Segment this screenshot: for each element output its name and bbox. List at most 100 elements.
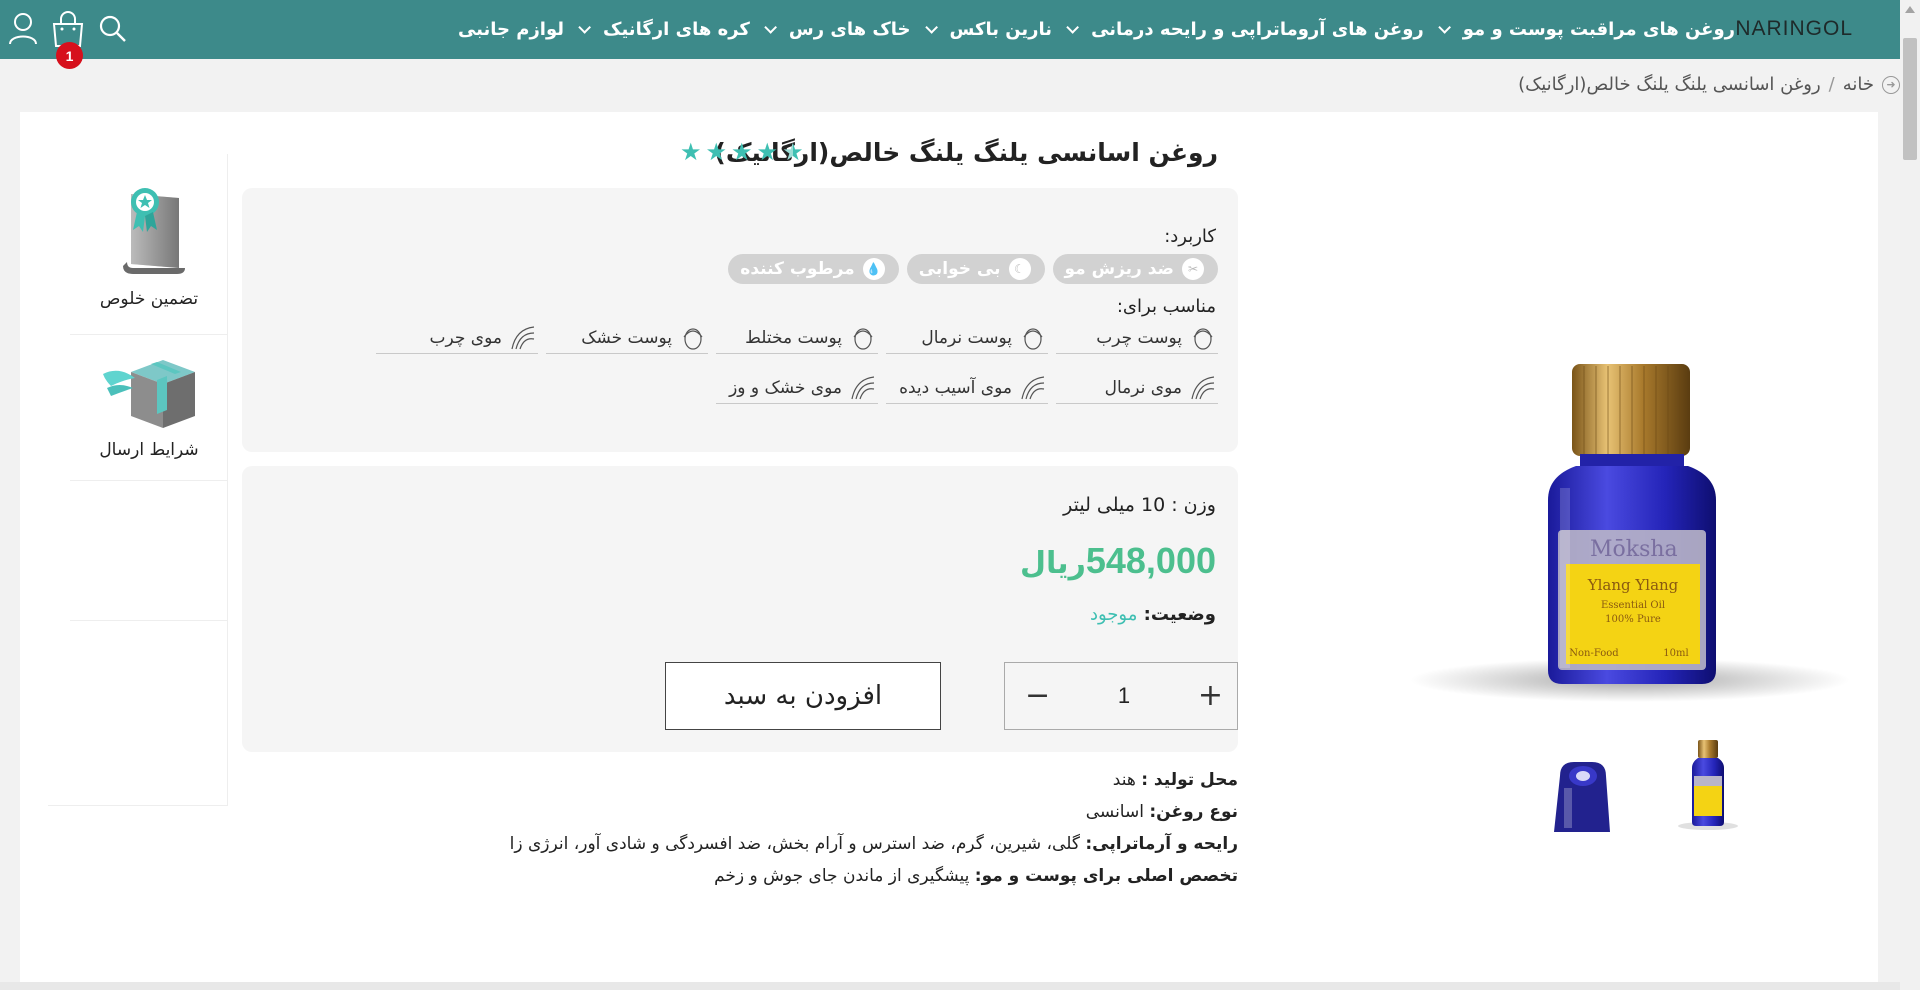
menu-organic-butters[interactable]: کره های ارگانیک [564,19,750,40]
drop-icon: 💧 [862,258,885,280]
product-attributes-panel: کاربرد: ✂ ضد ریزش مو ☾ بی خوابی 💧 مرطوب کنن… [242,188,1238,452]
bottle-name: Ylang Ylang [1587,576,1679,594]
spec-label: نوع روغن: [1149,802,1238,822]
suitable-item: موی آسیب دیده [886,372,1048,404]
thumbnail-dropper[interactable] [1530,732,1630,832]
product-image[interactable]: Mōksha Ylang Ylang Essential Oil 100% Pu… [1400,238,1860,718]
spec-label: رایحه و آرماتراپی: [1085,834,1238,854]
menu-skin-hair-oils[interactable]: روغن های مراقبت پوست و مو [1424,19,1735,40]
suitable-item-label: پوست خشک [581,327,672,348]
purity-guarantee[interactable]: تضمین خلوص [70,184,228,309]
face-icon [683,327,703,350]
divider [70,620,228,621]
menu-aromatherapy-oils[interactable]: روغن های آروماتراپی و رایحه درمانی [1052,19,1424,40]
rating-stars[interactable]: ★ ★ ★ ★ ★ [680,140,804,164]
star-icon: ★ [756,138,779,166]
suitable-item: پوست نرمال [886,322,1048,354]
purchase-panel: وزن : 10 میلی لیتر 548,000ریال وضعیت: مو… [242,466,1238,752]
spec-row: نوع روغن: اسانسی [510,796,1238,828]
spec-label: تخصص اصلی برای پوست و مو: [974,866,1238,886]
menu-clays[interactable]: خاک های رس [750,19,911,40]
hair-icon [1021,375,1045,399]
cart-button[interactable]: 1 [50,10,86,69]
user-icon[interactable] [8,12,38,46]
menu-label: کره های ارگانیک [603,19,750,40]
bottle-food: Non-Food [1569,648,1619,659]
shipping-box-icon [101,360,197,434]
usage-chip: ☾ بی خوابی [906,254,1045,284]
suitable-item: موی خشک و وز [716,372,878,404]
spec-row: محل تولید : هند [510,764,1238,796]
page-bottom-strip [0,982,1900,990]
star-icon: ★ [731,138,753,166]
product-thumbnails [1530,732,1758,832]
chevron-down-icon [764,21,777,34]
product-specs: محل تولید : هند نوع روغن: اسانسی رایحه و… [510,764,1238,892]
suitable-item: موی نرمال [1056,372,1218,404]
weight-text: وزن : 10 میلی لیتر [1063,494,1216,516]
hair-icon [1191,375,1215,399]
chevron-down-icon [1066,21,1080,34]
certificate-icon [109,188,189,283]
quantity-value[interactable]: 1 [1118,683,1130,709]
top-navigation-bar: NARINGOL روغن های مراقبت پوست و مو روغن … [0,0,1900,69]
face-icon [1193,327,1213,350]
suitable-item-label: موی چرب [429,327,503,348]
bottle-line2: 100% Pure [1605,614,1661,625]
chip-label: مرطوب کننده [740,259,855,279]
spec-value: هند [1112,770,1142,790]
spec-row: تخصص اصلی برای پوست و مو: پیشگیری از مان… [510,860,1238,892]
breadcrumb-current: روغن اسانسی یلنگ یلنگ خالص(ارگانیک) [1518,74,1821,95]
price-currency: ریال [1020,546,1086,581]
star-icon: ★ [705,138,728,166]
bottle-brand: Mōksha [1590,537,1678,562]
bottle-line1: Essential Oil [1601,600,1665,611]
half-star-icon: ★ [782,138,804,166]
moon-icon: ☾ [1008,258,1031,280]
increase-quantity-button[interactable]: + [1198,681,1223,711]
chevron-down-icon [1438,21,1451,34]
suitable-item: موی چرب [376,322,538,354]
hair-icon [851,375,875,399]
scrollbar-thumb[interactable] [1903,38,1917,160]
site-logo[interactable]: NARINGOL [1735,17,1853,41]
add-to-cart-button[interactable]: افزودن به سبد [665,662,941,730]
status-label: وضعیت: [1143,604,1216,625]
suitable-list: پوست چرب پوست نرمال پوست مختلط پوست خشک … [376,322,1218,404]
back-arrow-icon[interactable]: ➜ [1882,75,1900,94]
menu-label: خاک های رس [788,19,911,40]
quantity-stepper: − 1 + [1004,662,1238,730]
face-icon [853,327,873,350]
thumbnail-bottle[interactable] [1658,732,1758,832]
page-scrollbar[interactable] [1900,0,1920,990]
suitable-label: مناسب برای: [1116,296,1216,317]
usage-label: کاربرد: [1164,226,1216,247]
chevron-down-icon [578,21,592,34]
shipping-terms[interactable]: شرایط ارسال [70,350,228,460]
menu-label: نارین باکس [949,19,1053,40]
spec-value: گلی، شیرین، گرم، ضد استرس و آرام بخش، ضد… [509,834,1086,854]
suitable-item-label: پوست مختلط [745,327,842,348]
menu-narin-box[interactable]: نارین باکس [911,19,1053,40]
price-value: 548,000 [1085,540,1216,581]
scroll-up-arrow-icon[interactable] [1905,6,1915,13]
search-icon[interactable] [98,14,128,44]
star-icon: ★ [680,138,702,166]
decrease-quantity-button[interactable]: − [1025,681,1050,711]
bottle-vol: 10ml [1663,648,1688,659]
breadcrumb-home[interactable]: خانه [1843,74,1874,95]
header-actions: 1 [8,10,128,69]
stock-status: وضعیت: موجود [1090,604,1216,625]
price: 548,000ریال [1020,540,1216,582]
product-sidebar: تضمین خلوص شرایط ارسال [48,154,228,806]
usage-chip: ✂ ضد ریزش مو [1052,254,1218,284]
status-value: موجود [1089,604,1138,625]
menu-accessories[interactable]: لوازم جانبی [444,19,564,40]
suitable-item: پوست مختلط [716,322,878,354]
chevron-down-icon [924,21,938,34]
face-icon [1023,327,1043,350]
menu-label: روغن های آروماتراپی و رایحه درمانی [1091,19,1424,40]
suitable-item-label: موی نرمال [1104,377,1182,398]
divider [70,334,228,335]
product-card: تضمین خلوص شرایط ارسال روغن اسانسی یلنگ … [20,112,1878,990]
